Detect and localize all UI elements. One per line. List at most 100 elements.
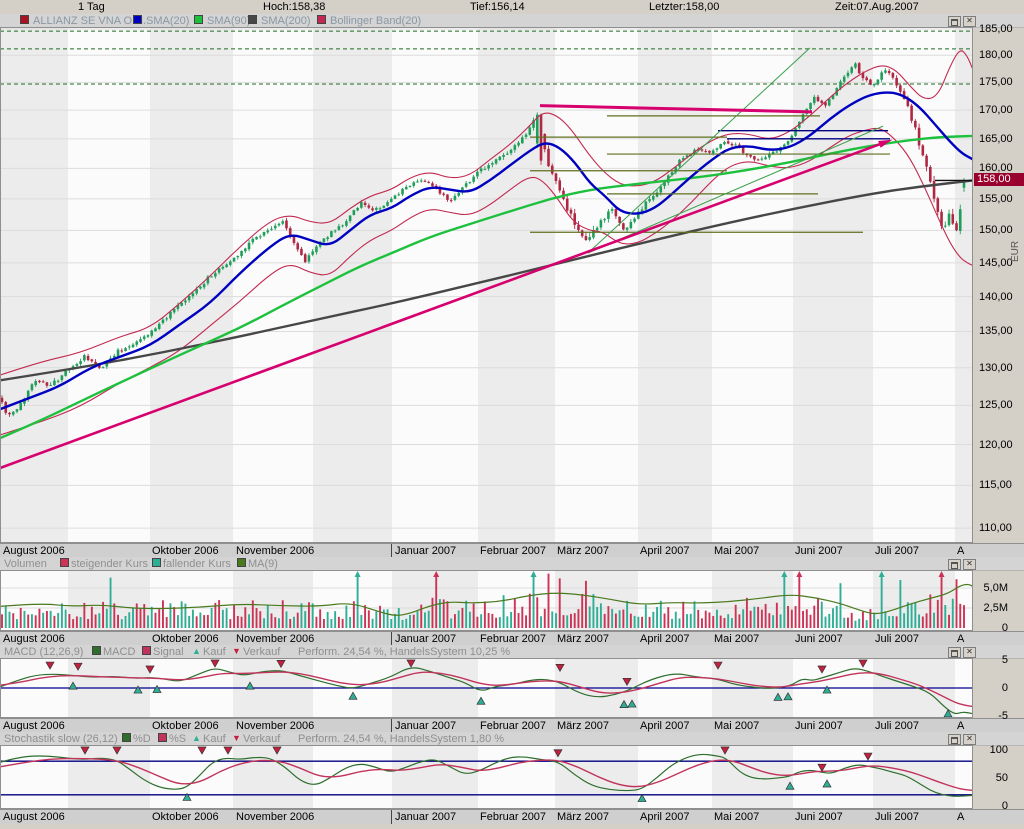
signal-line-label: Signal (153, 646, 184, 658)
volume-up-swatch (60, 558, 69, 567)
restore-icon[interactable] (948, 559, 961, 570)
month-label: Januar 2007 (395, 720, 456, 732)
main-chart-legend: ALLIANZ SE VNA O.N. SMA(20) SMA(90) SMA(… (0, 14, 1024, 28)
sell-triangle-icon: ▼ (232, 646, 241, 656)
month-label: Juli 2007 (875, 545, 919, 557)
restore-icon[interactable] (948, 647, 961, 658)
high-label: Hoch:158,38 (263, 1, 325, 13)
month-label: Oktober 2006 (152, 633, 219, 645)
date-axis-macd: August 2006 Oktober 2006 November 2006 Janu… (0, 718, 1024, 733)
stochastic-legend: Stochastik slow (26,12) %D %S ▲ Kauf ▼ V… (0, 732, 1024, 746)
month-label: April 2007 (640, 633, 690, 645)
macd-line-label: MACD (103, 646, 135, 658)
price-tick: 110,00 (979, 522, 1012, 534)
volume-plot[interactable] (0, 570, 973, 631)
pct-d-swatch (122, 733, 131, 742)
price-tick: 140,00 (979, 291, 1013, 303)
macd-tick: 5 (972, 654, 1008, 666)
stoch-buy-label: Kauf (203, 733, 226, 745)
month-label: August 2006 (3, 720, 65, 732)
month-label: A (957, 545, 964, 557)
close-icon[interactable]: ✕ (963, 16, 976, 27)
buy-triangle-icon: ▲ (192, 733, 201, 743)
price-axis-unit: EUR (1010, 241, 1021, 262)
month-label: Juni 2007 (795, 545, 843, 557)
year-divider (391, 544, 392, 558)
date-axis-main: August 2006Oktober 2006November 2006Janu… (0, 543, 1024, 558)
legend-bollinger: Bollinger Band(20) (330, 15, 421, 27)
price-tick: 180,00 (979, 49, 1013, 61)
sma20-color-swatch (133, 15, 142, 24)
month-label: Mai 2007 (714, 811, 759, 823)
year-divider (391, 810, 392, 824)
macd-buy-label: Kauf (203, 646, 226, 658)
volume-up-label: steigender Kurs (71, 558, 148, 570)
macd-sell-label: Verkauf (243, 646, 280, 658)
month-label: Mai 2007 (714, 633, 759, 645)
legend-sma200: SMA(200) (261, 15, 311, 27)
stoch-performance: Perform. 24,54 %, HandelsSystem 1,80 % (298, 733, 504, 745)
price-tick: 150,00 (979, 224, 1013, 236)
low-label: Tief:156,14 (470, 1, 525, 13)
month-label: März 2007 (557, 720, 609, 732)
macd-line-swatch (92, 646, 101, 655)
volume-tick: 2,5M (972, 602, 1008, 614)
volume-down-swatch (152, 558, 161, 567)
month-label: März 2007 (557, 811, 609, 823)
last-price-badge: 158,00 (974, 173, 1024, 186)
month-label: A (957, 633, 964, 645)
stoch-title: Stochastik slow (26,12) (4, 733, 118, 745)
month-label: Februar 2007 (480, 811, 546, 823)
month-label: A (957, 720, 964, 732)
charting-application: 1 Tag Hoch:158,38 Tief:156,14 Letzter:15… (0, 0, 1024, 829)
month-label: März 2007 (557, 633, 609, 645)
year-divider (391, 719, 392, 733)
year-divider (391, 632, 392, 646)
macd-performance: Perform. 24,54 %, HandelsSystem 10,25 % (298, 646, 510, 658)
month-label: Juni 2007 (795, 720, 843, 732)
main-panel-window-controls: ✕ (948, 16, 976, 27)
price-tick: 130,00 (979, 362, 1013, 374)
stoch-sell-label: Verkauf (243, 733, 280, 745)
price-tick: 120,00 (979, 439, 1013, 451)
price-chart-plot[interactable] (0, 27, 973, 543)
month-label: August 2006 (3, 811, 65, 823)
month-label: A (957, 811, 964, 823)
price-tick: 145,00 (979, 257, 1013, 269)
sma90-color-swatch (194, 15, 203, 24)
month-label: Juni 2007 (795, 811, 843, 823)
month-label: Januar 2007 (395, 545, 456, 557)
stochastic-plot[interactable] (0, 745, 973, 809)
macd-tick: 0 (972, 682, 1008, 694)
month-label: November 2006 (236, 720, 314, 732)
sma200-color-swatch (248, 15, 257, 24)
pct-s-swatch (158, 733, 167, 742)
month-label: Mai 2007 (714, 545, 759, 557)
macd-plot[interactable] (0, 658, 973, 718)
macd-legend: MACD (12,26,9) MACD Signal ▲ Kauf ▼ Verk… (0, 645, 1024, 659)
restore-icon[interactable] (948, 734, 961, 745)
restore-icon[interactable] (948, 16, 961, 27)
time-label: Zeit:07.Aug.2007 (835, 1, 919, 13)
pct-d-label: %D (133, 733, 151, 745)
legend-sma90: SMA(90) (207, 15, 250, 27)
price-tick: 170,00 (979, 104, 1013, 116)
month-label: Januar 2007 (395, 811, 456, 823)
volume-panel-window-controls: ✕ (948, 559, 976, 570)
month-label: Oktober 2006 (152, 720, 219, 732)
volume-down-label: fallender Kurs (163, 558, 231, 570)
close-icon[interactable]: ✕ (963, 559, 976, 570)
month-label: November 2006 (236, 633, 314, 645)
month-label: November 2006 (236, 811, 314, 823)
price-tick: 125,00 (979, 399, 1013, 411)
month-label: Juli 2007 (875, 811, 919, 823)
month-label: Februar 2007 (480, 633, 546, 645)
month-label: Juli 2007 (875, 633, 919, 645)
stoch-tick: 0 (972, 800, 1008, 812)
volume-tick: 5,0M (972, 582, 1008, 594)
volume-ma-label: MA(9) (248, 558, 278, 570)
macd-title: MACD (12,26,9) (4, 646, 83, 658)
month-label: August 2006 (3, 545, 65, 557)
price-tick: 165,00 (979, 133, 1013, 145)
month-label: Mai 2007 (714, 720, 759, 732)
